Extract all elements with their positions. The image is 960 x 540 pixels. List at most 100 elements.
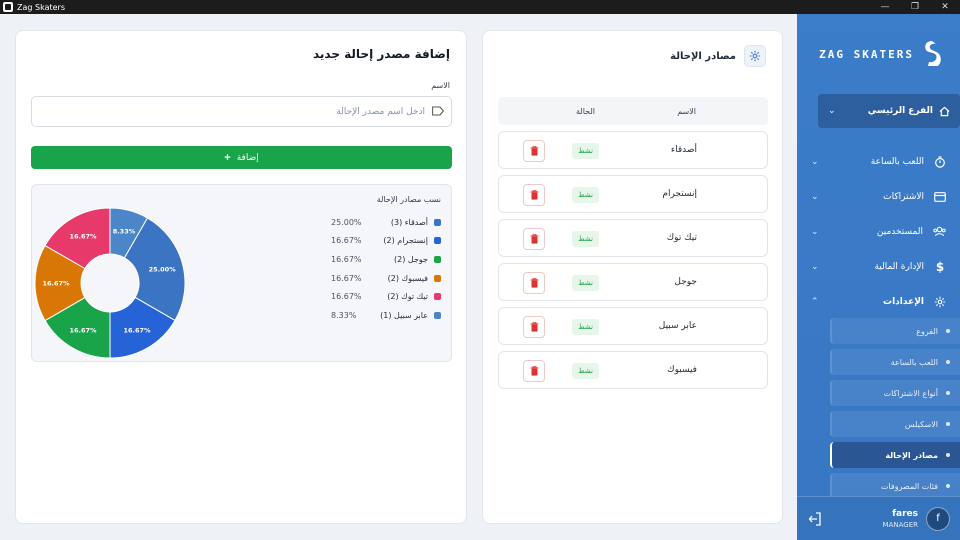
home-icon bbox=[939, 106, 950, 116]
legend-item: تيك توك (2) 16.67% bbox=[331, 287, 441, 306]
delete-button[interactable] bbox=[523, 228, 545, 250]
table-row: جوجل نشط bbox=[498, 263, 768, 301]
brand: ZAG SKATERS bbox=[812, 34, 944, 74]
legend-item: إنستجرام (2) 16.67% bbox=[331, 232, 441, 251]
legend-percent: 8.33% bbox=[331, 310, 357, 320]
timer-icon bbox=[935, 155, 945, 168]
table-row: فيسبوك نشط bbox=[498, 351, 768, 389]
submenu-item-branches[interactable]: الفروع bbox=[830, 318, 960, 344]
legend-item: فيسبوك (2) 16.67% bbox=[331, 269, 441, 288]
slice-label: 16.67% bbox=[69, 326, 97, 334]
sidebar-item-label: الإعدادات bbox=[883, 296, 924, 307]
sidebar-item-users[interactable]: المستخدمين ⌄ bbox=[797, 214, 960, 249]
close-icon[interactable]: ✕ bbox=[930, 0, 960, 14]
sidebar-item-settings[interactable]: الإعدادات ⌃ bbox=[797, 284, 960, 319]
submenu-item-label: مصادر الإحالة bbox=[885, 450, 938, 460]
form-title: إضافة مصدر إحالة جديد bbox=[312, 47, 450, 61]
submenu-item-skills[interactable]: الاسكيلس bbox=[830, 411, 960, 437]
plus-icon: + bbox=[224, 151, 231, 164]
table-row: إنستجرام نشط bbox=[498, 175, 768, 213]
source-name: فيسبوك bbox=[667, 365, 697, 375]
legend-percent: 16.67% bbox=[331, 236, 362, 246]
branch-selector[interactable]: الفرع الرئيسي ⌄ bbox=[818, 94, 960, 128]
user-info: fares MANAGER bbox=[823, 509, 926, 529]
legend-swatch bbox=[434, 311, 441, 319]
trash-icon bbox=[530, 190, 538, 200]
chevron-up-icon: ⌃ bbox=[811, 296, 819, 307]
logout-icon[interactable] bbox=[807, 511, 823, 527]
delete-button[interactable] bbox=[523, 360, 545, 382]
submenu-item-label: الاسكيلس bbox=[904, 419, 938, 429]
sidebar-item-label: اللعب بالساعة bbox=[870, 156, 924, 167]
list-header: مصادر الإحالة bbox=[670, 45, 766, 67]
chart-title: نسب مصادر الإحالة bbox=[376, 195, 441, 204]
status-badge: نشط bbox=[572, 143, 599, 159]
sidebar-item-hourly-play[interactable]: اللعب بالساعة ⌄ bbox=[797, 144, 960, 179]
submenu-item-referral-sources[interactable]: مصادر الإحالة bbox=[830, 442, 960, 468]
legend-percent: 25.00% bbox=[331, 217, 362, 227]
legend-label: عابر سبيل (1) bbox=[380, 310, 428, 320]
submenu-item-subscription-types[interactable]: أنواع الاشتراكات bbox=[830, 380, 960, 406]
submenu-item-hourly-play[interactable]: اللعب بالساعة bbox=[830, 349, 960, 375]
slice-label: 16.67% bbox=[69, 233, 97, 241]
table-row: عابر سبيل نشط bbox=[498, 307, 768, 345]
chevron-down-icon: ⌄ bbox=[811, 191, 819, 202]
slice-label: 16.67% bbox=[123, 326, 151, 334]
list-title: مصادر الإحالة bbox=[670, 50, 736, 62]
column-header-status: الحالة bbox=[576, 107, 595, 116]
table-row: تيك توك نشط bbox=[498, 219, 768, 257]
table-row: أصدقاء نشط bbox=[498, 131, 768, 169]
bullet-icon bbox=[946, 453, 950, 457]
delete-button[interactable] bbox=[523, 140, 545, 162]
users-icon bbox=[933, 226, 946, 237]
trash-icon bbox=[530, 278, 538, 288]
legend-label: تيك توك (2) bbox=[387, 292, 428, 302]
slice-label: 16.67% bbox=[42, 280, 70, 288]
avatar[interactable]: f bbox=[926, 506, 950, 531]
minimize-icon[interactable]: — bbox=[870, 0, 900, 14]
add-referral-source-card: إضافة مصدر إحالة جديد الاسم إضافة + نسب … bbox=[15, 30, 467, 524]
branch-label: الفرع الرئيسي bbox=[867, 106, 933, 116]
legend-percent: 16.67% bbox=[331, 292, 362, 302]
dollar-icon: $ bbox=[935, 259, 945, 274]
name-input[interactable] bbox=[31, 96, 452, 127]
trash-icon bbox=[530, 322, 538, 332]
submenu-item-label: الفروع bbox=[916, 326, 938, 336]
legend-label: أصدقاء (3) bbox=[390, 217, 428, 227]
card-icon bbox=[934, 191, 946, 202]
status-badge: نشط bbox=[572, 363, 599, 379]
legend-label: إنستجرام (2) bbox=[383, 236, 428, 246]
source-name: عابر سبيل bbox=[658, 321, 697, 331]
window-title: Zag Skaters bbox=[17, 2, 65, 12]
status-badge: نشط bbox=[572, 231, 599, 247]
delete-button[interactable] bbox=[523, 316, 545, 338]
user-role: MANAGER bbox=[882, 520, 918, 529]
restore-icon[interactable]: ❐ bbox=[900, 0, 930, 14]
add-button[interactable]: إضافة + bbox=[31, 146, 452, 169]
add-button-label: إضافة bbox=[236, 152, 259, 162]
sidebar-item-label: الاشتراكات bbox=[883, 191, 924, 202]
sidebar-item-subscriptions[interactable]: الاشتراكات ⌄ bbox=[797, 179, 960, 214]
legend-percent: 16.67% bbox=[331, 254, 362, 264]
sidebar-nav: اللعب بالساعة ⌄ الاشتراكات ⌄ المستخدمين … bbox=[797, 144, 960, 319]
submenu-item-label: اللعب بالساعة bbox=[890, 357, 938, 367]
donut-chart: 8.33% 25.00% 16.67% 16.67% 16.67% 16.67% bbox=[34, 207, 186, 359]
settings-badge bbox=[744, 45, 766, 67]
delete-button[interactable] bbox=[523, 184, 545, 206]
legend-item: أصدقاء (3) 25.00% bbox=[331, 213, 441, 232]
bullet-icon bbox=[946, 422, 950, 426]
sidebar-item-label: المستخدمين bbox=[876, 226, 923, 237]
legend-percent: 16.67% bbox=[331, 273, 362, 283]
slice-label: 8.33% bbox=[113, 227, 136, 235]
delete-button[interactable] bbox=[523, 272, 545, 294]
source-name: جوجل bbox=[674, 277, 697, 287]
legend-label: جوجل (2) bbox=[394, 254, 428, 264]
sidebar-item-label: الإدارة المالية bbox=[874, 261, 924, 272]
legend-item: جوجل (2) 16.67% bbox=[331, 250, 441, 269]
legend-label: فيسبوك (2) bbox=[387, 273, 428, 283]
trash-icon bbox=[530, 146, 538, 156]
source-name: أصدقاء bbox=[670, 145, 697, 155]
window-controls: — ❐ ✕ bbox=[870, 0, 960, 14]
sidebar-item-finance[interactable]: $ الإدارة المالية ⌄ bbox=[797, 249, 960, 284]
user-panel: f fares MANAGER bbox=[797, 496, 960, 540]
